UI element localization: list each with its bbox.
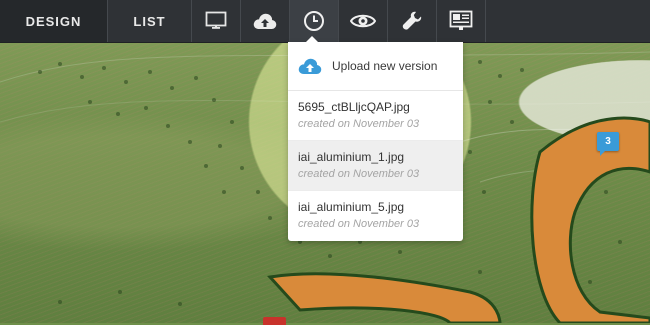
top-toolbar: DESIGN LIST [0,0,650,43]
presentation-button[interactable] [437,0,486,42]
upload-new-version-label: Upload new version [332,59,438,73]
tab-design[interactable]: DESIGN [0,0,108,42]
version-date: created on November 03 [298,218,420,230]
version-date: created on November 03 [298,168,420,180]
eye-icon [350,14,376,28]
version-filename: iai_aluminium_5.jpg [298,200,405,214]
cloud-upload-icon [298,58,322,74]
upload-button[interactable] [241,0,290,42]
version-history-dropdown: Upload new version 5695_ctBLljcQAP.jpg c… [288,36,463,241]
version-item[interactable]: iai_aluminium_1.jpg created on November … [288,141,463,191]
comment-marker[interactable] [263,317,286,325]
presentation-icon [449,10,473,30]
comment-pin[interactable]: 3 [597,132,619,156]
version-date: created on November 03 [298,118,420,130]
dropdown-caret [306,36,318,42]
settings-button[interactable] [388,0,437,42]
version-item[interactable]: iai_aluminium_5.jpg created on November … [288,191,463,241]
wrench-icon [402,11,422,30]
version-filename: iai_aluminium_1.jpg [298,150,405,164]
tab-list[interactable]: LIST [108,0,192,42]
version-item[interactable]: 5695_ctBLljcQAP.jpg created on November … [288,91,463,141]
monitor-button[interactable] [192,0,241,42]
version-filename: 5695_ctBLljcQAP.jpg [298,100,410,114]
preview-button[interactable] [339,0,388,42]
upload-new-version-item[interactable]: Upload new version [288,42,463,91]
monitor-icon [205,11,227,29]
clock-icon [304,11,324,31]
cloud-upload-icon [253,13,277,29]
